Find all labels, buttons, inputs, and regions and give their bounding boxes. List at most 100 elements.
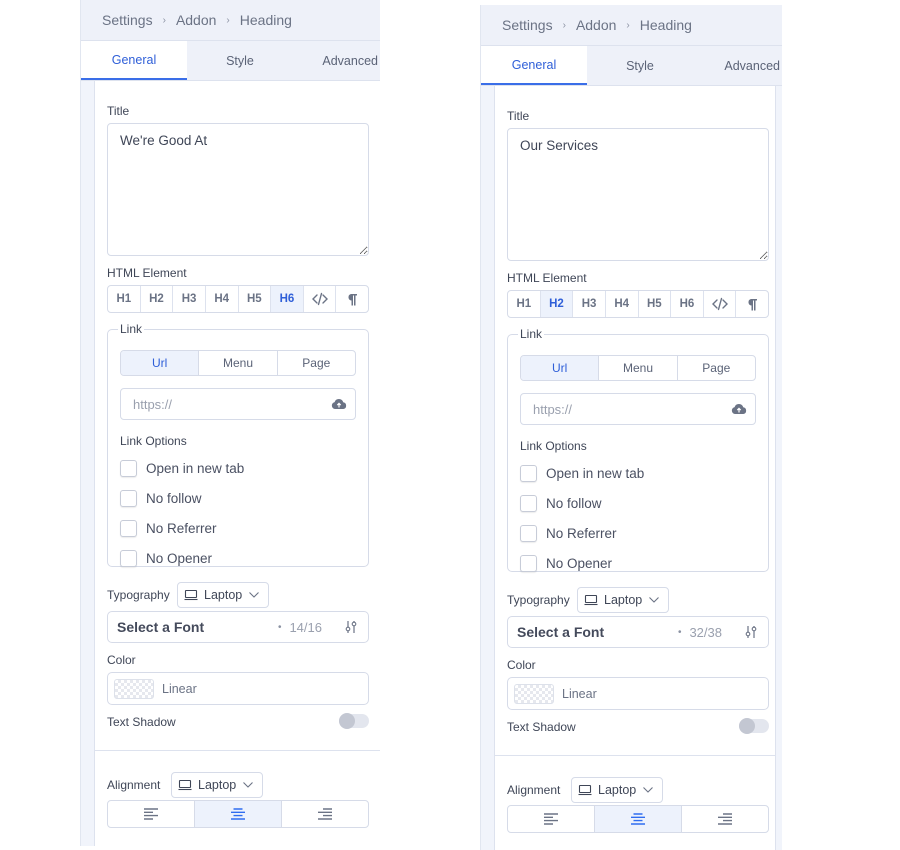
html-element-selector: H1 H2 H3 H4 H5 H6 <box>507 290 769 318</box>
title-input[interactable]: Our Services <box>507 128 769 261</box>
tab-general[interactable]: General <box>81 41 187 80</box>
align-right-button[interactable] <box>682 806 768 832</box>
checkbox-label: No Opener <box>146 551 213 566</box>
text-shadow-label: Text Shadow <box>107 715 176 729</box>
link-option-no-follow[interactable]: No follow <box>120 490 202 507</box>
tab-style[interactable]: Style <box>587 46 693 85</box>
align-center-button[interactable] <box>195 801 282 827</box>
checkbox[interactable] <box>520 465 537 482</box>
align-right-button[interactable] <box>282 801 368 827</box>
html-element-h1[interactable]: H1 <box>508 291 541 317</box>
device-label: Laptop <box>598 783 637 797</box>
align-left-icon <box>144 808 158 820</box>
color-label: Color <box>507 658 536 672</box>
chevron-right-icon: › <box>162 14 166 26</box>
html-element-code[interactable] <box>704 291 737 317</box>
code-icon <box>711 297 728 311</box>
html-element-paragraph[interactable] <box>736 291 768 317</box>
checkbox[interactable] <box>520 495 537 512</box>
color-picker[interactable]: Linear <box>107 672 369 705</box>
chevron-right-icon: › <box>562 19 566 31</box>
separator-dot: • <box>677 626 682 638</box>
text-shadow-toggle[interactable] <box>339 713 369 729</box>
html-element-h4[interactable]: H4 <box>206 286 239 312</box>
breadcrumb-item[interactable]: Addon <box>176 12 216 28</box>
link-option-no-opener[interactable]: No Opener <box>520 555 612 572</box>
html-element-h1[interactable]: H1 <box>108 286 141 312</box>
checkbox[interactable] <box>120 460 137 477</box>
link-option-no-opener[interactable]: No Opener <box>120 550 212 567</box>
device-label: Laptop <box>198 778 237 792</box>
checkbox-label: No Referrer <box>146 521 217 536</box>
checkbox[interactable] <box>120 490 137 507</box>
link-option-open-in-new-tab[interactable]: Open in new tab <box>120 460 244 477</box>
chevron-right-icon: › <box>226 14 230 26</box>
html-element-paragraph[interactable] <box>336 286 368 312</box>
typography-device-select[interactable]: Laptop <box>577 587 669 613</box>
url-field <box>120 388 356 420</box>
link-option-no-referrer[interactable]: No Referrer <box>520 525 617 542</box>
html-element-code[interactable] <box>304 286 337 312</box>
align-left-button[interactable] <box>508 806 595 832</box>
html-element-h2[interactable]: H2 <box>141 286 174 312</box>
html-element-h5[interactable]: H5 <box>639 291 672 317</box>
device-label: Laptop <box>204 588 243 602</box>
typography-label: Typography <box>107 588 170 602</box>
tab-advanced[interactable]: Advanced <box>693 46 782 85</box>
cloud-upload-icon[interactable] <box>331 398 347 410</box>
link-type-page[interactable]: Page <box>678 356 755 380</box>
html-element-h5[interactable]: H5 <box>239 286 272 312</box>
html-element-h6[interactable]: H6 <box>271 286 304 312</box>
breadcrumb-item[interactable]: Settings <box>502 17 553 33</box>
sliders-icon[interactable] <box>744 625 758 639</box>
html-element-h6[interactable]: H6 <box>671 291 704 317</box>
checkbox[interactable] <box>520 525 537 542</box>
link-type-url[interactable]: Url <box>121 351 200 375</box>
cloud-upload-icon[interactable] <box>731 403 747 415</box>
font-size: 14/16 <box>289 619 322 635</box>
align-center-button[interactable] <box>595 806 682 832</box>
link-option-open-in-new-tab[interactable]: Open in new tab <box>520 465 644 482</box>
align-left-button[interactable] <box>108 801 195 827</box>
color-swatch[interactable] <box>114 678 154 699</box>
tab-general[interactable]: General <box>481 46 587 85</box>
typography-device-select[interactable]: Laptop <box>177 582 269 608</box>
checkbox[interactable] <box>120 520 137 537</box>
breadcrumb-item[interactable]: Settings <box>102 12 153 28</box>
tab-style[interactable]: Style <box>187 41 293 80</box>
url-input[interactable] <box>133 396 331 412</box>
html-element-h3[interactable]: H3 <box>173 286 206 312</box>
color-value: Linear <box>562 686 597 701</box>
font-selector[interactable]: Select a Font • 14/16 <box>107 611 369 643</box>
link-option-no-follow[interactable]: No follow <box>520 495 602 512</box>
tab-advanced[interactable]: Advanced <box>293 41 380 80</box>
checkbox-label: No Opener <box>546 556 613 571</box>
checkbox[interactable] <box>520 555 537 572</box>
breadcrumb-item[interactable]: Heading <box>640 17 692 33</box>
sliders-icon[interactable] <box>344 620 358 634</box>
link-option-no-referrer[interactable]: No Referrer <box>120 520 217 537</box>
alignment-device-select[interactable]: Laptop <box>571 777 663 803</box>
align-right-icon <box>718 813 732 825</box>
link-type-menu[interactable]: Menu <box>199 351 278 375</box>
html-element-h3[interactable]: H3 <box>573 291 606 317</box>
link-legend: Link <box>520 327 543 341</box>
text-shadow-toggle[interactable] <box>739 718 769 734</box>
title-input[interactable]: We're Good At <box>107 123 369 256</box>
alignment-device-select[interactable]: Laptop <box>171 772 263 798</box>
url-field <box>520 393 756 425</box>
laptop-icon <box>184 589 198 601</box>
link-type-url[interactable]: Url <box>521 356 600 380</box>
breadcrumb-item[interactable]: Addon <box>576 17 616 33</box>
color-swatch[interactable] <box>514 683 554 704</box>
link-type-page[interactable]: Page <box>278 351 355 375</box>
checkbox[interactable] <box>120 550 137 567</box>
html-element-h4[interactable]: H4 <box>606 291 639 317</box>
link-type-menu[interactable]: Menu <box>599 356 678 380</box>
html-element-h2[interactable]: H2 <box>540 291 574 317</box>
url-input[interactable] <box>533 401 731 417</box>
color-picker[interactable]: Linear <box>507 677 769 710</box>
font-selector[interactable]: Select a Font • 32/38 <box>507 616 769 648</box>
breadcrumb-item[interactable]: Heading <box>240 12 292 28</box>
chevron-right-icon: › <box>626 19 630 31</box>
